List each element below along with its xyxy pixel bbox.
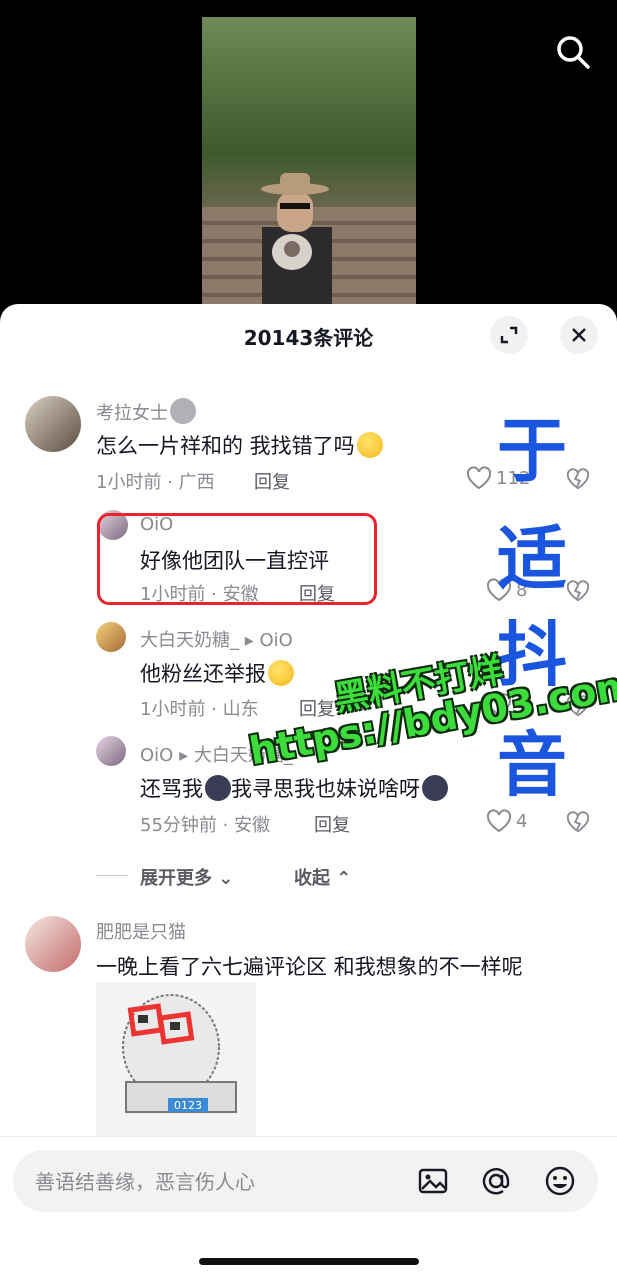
heart-icon <box>466 466 492 490</box>
comment-time-location: 1小时前 · 广西 <box>96 472 215 493</box>
comment-time-location: 1小时前 · 山东 <box>140 699 259 720</box>
watermark-char: 于 <box>497 410 567 492</box>
search-icon <box>557 36 590 69</box>
reply-button[interactable]: 回复 <box>314 811 350 837</box>
divider <box>96 875 128 876</box>
pleading-emoji-icon <box>268 660 294 686</box>
chevron-down-icon: ⌄ <box>212 868 234 889</box>
comment-author-name: 考拉女士 <box>96 403 168 424</box>
close-button[interactable] <box>560 316 598 354</box>
avatar[interactable] <box>96 736 126 766</box>
dark-face-emoji-icon <box>205 775 231 801</box>
expand-more-label: 展开更多 <box>140 868 212 889</box>
expand-button[interactable] <box>490 316 528 354</box>
comment-text-continued: 我寻思我也妹说啥呀 <box>231 777 420 801</box>
collapse-button[interactable]: 收起 ⌃ <box>294 864 351 890</box>
dark-face-emoji-icon <box>422 775 448 801</box>
close-icon <box>572 328 586 342</box>
chevron-up-icon: ⌃ <box>330 868 352 889</box>
comment-author-name: OiO <box>140 745 174 766</box>
mention-icon[interactable] <box>478 1163 514 1199</box>
emoji-icon[interactable] <box>542 1163 578 1199</box>
expand-icon <box>500 326 518 344</box>
reply-button[interactable]: 回复 <box>254 468 290 494</box>
comment-input[interactable] <box>33 1150 397 1214</box>
heart-icon <box>486 809 512 833</box>
koala-emoji-icon <box>170 398 196 424</box>
comment-author-name: 大白天奶糖_ <box>140 630 239 651</box>
search-button[interactable] <box>551 30 595 74</box>
comment-input-bar <box>13 1150 598 1214</box>
comment-text-content: 怎么一片祥和的 我找错了吗 <box>96 434 355 458</box>
comment-author[interactable]: 考拉女士 <box>96 398 196 425</box>
avatar[interactable] <box>96 622 126 652</box>
broken-heart-icon[interactable] <box>566 579 590 603</box>
divider <box>0 1136 617 1137</box>
collapse-label: 收起 <box>294 868 330 889</box>
comment-text[interactable]: 怎么一片祥和的 我找错了吗 <box>96 430 383 460</box>
comment-text[interactable]: 还骂我 我寻思我也妹说啥呀 <box>140 773 448 803</box>
highlight-box <box>97 513 377 605</box>
comment-text-content: 他粉丝还举报 <box>140 662 266 686</box>
avatar[interactable] <box>25 396 81 452</box>
reply-arrow-icon: ▸ <box>244 630 254 651</box>
image-icon[interactable] <box>415 1163 451 1199</box>
dizzy-emoji-icon <box>356 432 383 458</box>
reply-to-name: OiO <box>259 630 293 651</box>
video-player[interactable] <box>202 17 416 317</box>
like-button[interactable]: 4 <box>486 809 527 833</box>
like-count: 4 <box>516 810 528 832</box>
expand-more-button[interactable]: 展开更多 ⌄ <box>140 864 233 890</box>
watermark-char: 适 <box>497 518 567 600</box>
comment-text-content: 还骂我 <box>140 777 203 801</box>
comment-author[interactable]: 肥肥是只猫 <box>96 918 186 944</box>
sticker-image[interactable]: 0123 <box>96 982 256 1136</box>
comment-text[interactable]: 他粉丝还举报 <box>140 658 294 688</box>
comment-text[interactable]: 一晚上看了六七遍评论区 和我想象的不一样呢 <box>96 951 523 981</box>
comment-author[interactable]: 大白天奶糖_ ▸ OiO <box>140 626 293 652</box>
sticker-label: 0123 <box>174 1099 202 1112</box>
comment-time-location: 55分钟前 · 安徽 <box>140 815 271 836</box>
avatar[interactable] <box>25 916 81 972</box>
video-person-figure <box>261 173 332 317</box>
home-indicator <box>199 1258 419 1265</box>
watermark-char: 音 <box>497 724 567 806</box>
reply-arrow-icon: ▸ <box>179 745 189 766</box>
broken-heart-icon[interactable] <box>566 467 590 491</box>
broken-heart-icon[interactable] <box>566 810 590 834</box>
